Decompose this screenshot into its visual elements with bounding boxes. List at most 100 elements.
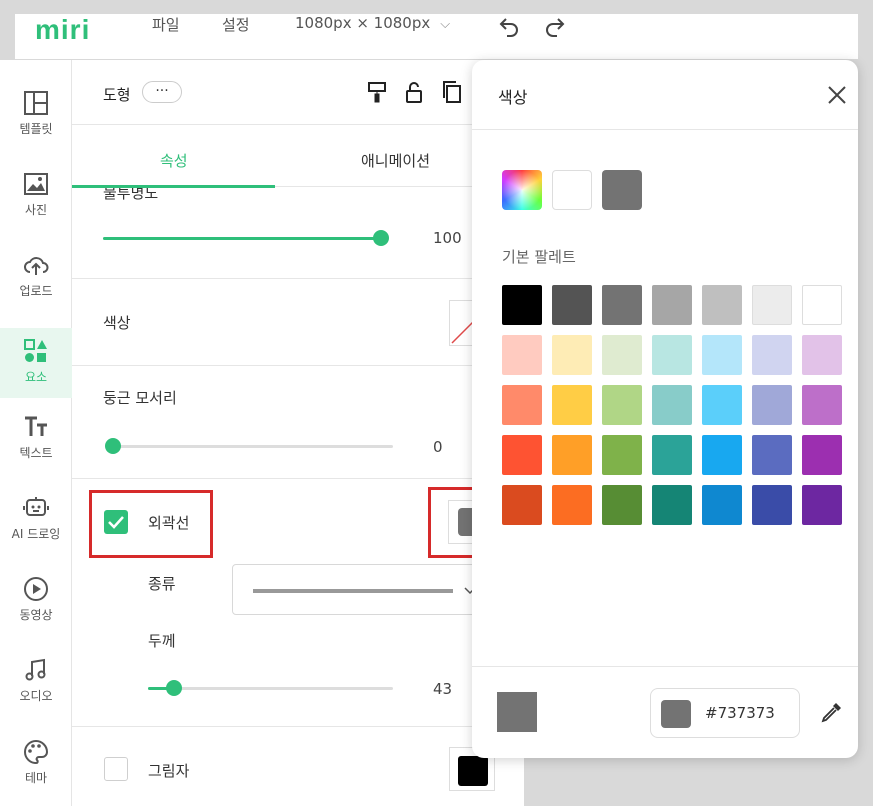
- palette-color-swatch[interactable]: [802, 335, 842, 375]
- palette-color-swatch[interactable]: [502, 385, 542, 425]
- unlock-icon[interactable]: [402, 80, 426, 104]
- sidebar-item-template[interactable]: 템플릿: [0, 90, 72, 160]
- palette-color-swatch[interactable]: [502, 335, 542, 375]
- palette-color-swatch[interactable]: [602, 485, 642, 525]
- menu-file[interactable]: 파일: [152, 14, 180, 35]
- palette-color-swatch[interactable]: [702, 485, 742, 525]
- palette-color-swatch[interactable]: [652, 485, 692, 525]
- format-painter-icon[interactable]: [365, 80, 389, 104]
- stroke-width-slider-track[interactable]: [148, 687, 393, 690]
- photo-icon: [24, 173, 48, 195]
- logo[interactable]: miri: [35, 14, 90, 46]
- undo-icon[interactable]: [497, 14, 521, 38]
- palette-color-swatch[interactable]: [502, 485, 542, 525]
- tab-animation[interactable]: 애니메이션: [361, 150, 430, 171]
- palette-color-swatch[interactable]: [502, 285, 542, 325]
- palette-color-swatch[interactable]: [652, 385, 692, 425]
- close-icon[interactable]: [826, 84, 848, 106]
- divider: [472, 129, 858, 130]
- current-color-preview: [497, 692, 537, 732]
- divider: [72, 478, 524, 479]
- palette-color-swatch[interactable]: [552, 385, 592, 425]
- palette-color-swatch[interactable]: [652, 335, 692, 375]
- custom-color-button[interactable]: [502, 170, 542, 210]
- sidebar-item-label: 텍스트: [19, 446, 53, 460]
- palette-color-swatch[interactable]: [802, 385, 842, 425]
- rainbow-icon: [502, 170, 542, 210]
- audio-icon: [25, 658, 46, 681]
- corner-radius-slider-track[interactable]: [113, 445, 393, 448]
- panel-header: 도형 ···: [72, 60, 524, 125]
- duplicate-icon[interactable]: [440, 80, 464, 104]
- tab-properties[interactable]: 속성: [160, 150, 188, 171]
- stroke-width-value: 43: [433, 680, 453, 698]
- sidebar-item-audio[interactable]: 오디오: [0, 657, 72, 727]
- palette-color-swatch[interactable]: [602, 285, 642, 325]
- canvas-size-select[interactable]: 1080px × 1080px ⌵: [295, 14, 450, 32]
- picker-title: 색상: [498, 88, 528, 107]
- sidebar-item-photo[interactable]: 사진: [0, 171, 72, 241]
- corner-radius-label: 둥근 모서리: [103, 389, 177, 407]
- palette-color-swatch[interactable]: [752, 285, 792, 325]
- stroke-type-label: 종류: [148, 575, 176, 593]
- hex-value: #737373: [705, 704, 775, 722]
- palette-color-swatch[interactable]: [552, 335, 592, 375]
- sidebar-item-ai-drawing[interactable]: AI 드로잉: [0, 495, 72, 565]
- palette-color-swatch[interactable]: [602, 385, 642, 425]
- property-tabs: 속성 애니메이션: [72, 126, 524, 188]
- corner-radius-slider-handle[interactable]: [105, 438, 121, 454]
- recent-color-swatch[interactable]: [552, 170, 592, 210]
- sidebar-item-elements[interactable]: 요소: [0, 328, 72, 398]
- menu-settings[interactable]: 설정: [222, 14, 250, 35]
- sidebar-item-label: 사진: [24, 203, 48, 217]
- palette-color-swatch[interactable]: [702, 435, 742, 475]
- palette-color-swatch[interactable]: [752, 335, 792, 375]
- sidebar-item-label: 동영상: [19, 608, 53, 622]
- sidebar-item-label: 테마: [24, 771, 48, 785]
- palette-color-swatch[interactable]: [802, 485, 842, 525]
- stroke-width-slider-handle[interactable]: [166, 680, 182, 696]
- hex-input[interactable]: #737373: [650, 688, 800, 738]
- palette-color-swatch[interactable]: [752, 385, 792, 425]
- palette-color-swatch[interactable]: [552, 435, 592, 475]
- palette-color-swatch[interactable]: [602, 335, 642, 375]
- hex-color-chip: [661, 700, 691, 728]
- sidebar-item-upload[interactable]: 업로드: [0, 252, 72, 322]
- more-options-button[interactable]: ···: [142, 81, 182, 103]
- redo-icon[interactable]: [543, 14, 567, 38]
- recent-color-swatch[interactable]: [602, 170, 642, 210]
- palette-color-swatch[interactable]: [552, 285, 592, 325]
- palette-color-swatch[interactable]: [802, 285, 842, 325]
- palette-color-swatch[interactable]: [602, 435, 642, 475]
- shadow-label: 그림자: [148, 762, 190, 780]
- palette-label: 기본 팔레트: [502, 248, 576, 266]
- template-icon: [24, 91, 48, 115]
- top-bar: miri 파일 설정 1080px × 1080px ⌵: [15, 14, 858, 59]
- opacity-value: 100: [433, 229, 462, 247]
- palette-color-swatch[interactable]: [702, 385, 742, 425]
- palette-color-swatch[interactable]: [702, 335, 742, 375]
- sidebar-item-text[interactable]: 텍스트: [0, 414, 72, 484]
- palette-color-swatch[interactable]: [752, 485, 792, 525]
- shadow-checkbox[interactable]: [104, 757, 128, 781]
- palette-color-swatch[interactable]: [702, 285, 742, 325]
- color-label: 색상: [103, 314, 131, 332]
- palette-color-swatch[interactable]: [652, 285, 692, 325]
- palette-color-swatch[interactable]: [752, 435, 792, 475]
- palette-color-swatch[interactable]: [502, 435, 542, 475]
- sidebar-item-label: 오디오: [19, 689, 53, 703]
- highlight-box-stroke: [89, 490, 213, 558]
- sidebar-item-label: 업로드: [19, 284, 53, 298]
- sidebar-item-theme[interactable]: 테마: [0, 739, 72, 806]
- opacity-slider-handle[interactable]: [373, 230, 389, 246]
- palette-color-swatch[interactable]: [802, 435, 842, 475]
- eyedropper-icon[interactable]: [820, 700, 844, 724]
- sidebar-item-video[interactable]: 동영상: [0, 576, 72, 646]
- shadow-color-chip: [458, 756, 488, 786]
- palette-color-swatch[interactable]: [652, 435, 692, 475]
- left-sidebar: 템플릿 사진 업로드 요소 텍스트 AI 드로잉 동영상 오디오 테마: [0, 60, 72, 806]
- stroke-width-label: 두께: [148, 632, 176, 650]
- video-icon: [24, 577, 48, 601]
- palette-color-swatch[interactable]: [552, 485, 592, 525]
- text-icon: [25, 416, 47, 436]
